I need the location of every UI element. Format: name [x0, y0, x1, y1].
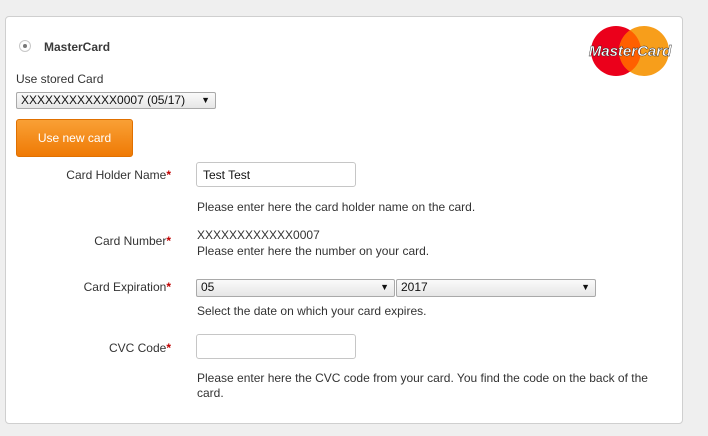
cvc-label-text: CVC Code	[108, 341, 167, 355]
holder-label: Card Holder Name*	[0, 168, 171, 182]
required-mark: *	[166, 234, 171, 248]
expiration-label-text: Card Expiration	[83, 280, 167, 294]
number-label: Card Number*	[0, 234, 171, 248]
stored-card-label: Use stored Card	[16, 72, 104, 86]
stored-card-value: XXXXXXXXXXXX0007 (05/17)	[21, 93, 186, 107]
dropdown-arrow-icon: ▼	[201, 95, 210, 105]
expiration-month-value: 05	[201, 280, 215, 294]
number-label-text: Card Number	[94, 234, 167, 248]
expiration-help-text: Select the date on which your card expir…	[197, 304, 427, 318]
mastercard-radio[interactable]	[19, 40, 31, 52]
dropdown-arrow-icon: ▼	[581, 282, 590, 292]
required-mark: *	[166, 168, 171, 182]
payment-panel	[5, 16, 683, 424]
masked-card-number: XXXXXXXXXXXX0007	[197, 228, 320, 242]
dropdown-arrow-icon: ▼	[380, 282, 389, 292]
mastercard-logo-icon: MasterCard	[589, 26, 672, 76]
expiration-year-value: 2017	[401, 280, 428, 294]
card-holder-input[interactable]: Test Test	[196, 162, 356, 187]
holder-help-text: Please enter here the card holder name o…	[197, 200, 476, 214]
logo-text: MasterCard	[589, 43, 672, 60]
number-help-text: Please enter here the number on your car…	[197, 244, 430, 258]
stored-card-select[interactable]: XXXXXXXXXXXX0007 (05/17) ▼	[16, 92, 216, 109]
expiration-year-select[interactable]: 2017 ▼	[396, 279, 596, 297]
expiration-month-select[interactable]: 05 ▼	[196, 279, 395, 297]
required-mark: *	[166, 280, 171, 294]
expiration-label: Card Expiration*	[0, 280, 171, 294]
cvc-label: CVC Code*	[0, 341, 171, 355]
required-mark: *	[166, 341, 171, 355]
cvc-input[interactable]	[196, 334, 356, 359]
holder-label-text: Card Holder Name	[66, 168, 167, 182]
payment-method-label: MasterCard	[44, 40, 111, 54]
use-new-card-button[interactable]: Use new card	[16, 119, 133, 157]
cvc-help-text: Please enter here the CVC code from your…	[197, 371, 648, 400]
